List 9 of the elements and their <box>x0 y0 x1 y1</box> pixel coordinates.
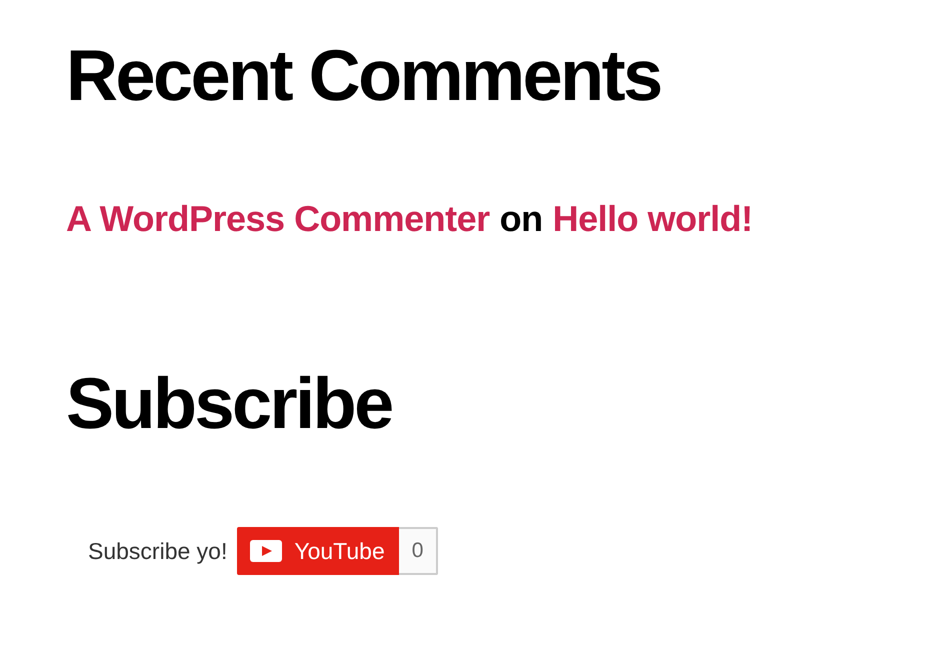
youtube-subscribe-button[interactable]: YouTube <box>237 527 399 575</box>
author-link[interactable]: A WordPress Commenter <box>66 198 490 239</box>
section-heading: Subscribe <box>66 368 393 440</box>
comment-connector: on <box>500 198 543 239</box>
section-heading: Recent Comments <box>66 40 662 112</box>
post-link[interactable]: Hello world! <box>552 198 753 239</box>
subscriber-count: 0 <box>398 527 438 575</box>
play-icon <box>250 540 282 562</box>
subscribe-label: Subscribe yo! <box>88 538 228 564</box>
